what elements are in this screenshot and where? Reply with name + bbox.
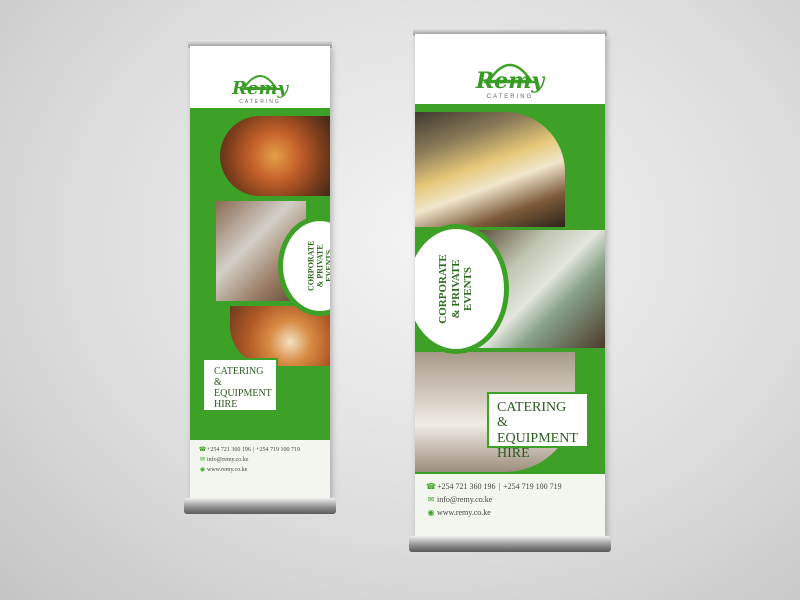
contact-web-row: ◉ www.remy.co.ke xyxy=(425,508,595,517)
badge-line-1: CORPORATE xyxy=(437,254,450,324)
phone-icon: ☎ xyxy=(426,482,436,491)
contact-section: ☎ +254 721 360 196 | +254 719 100 719 ✉ … xyxy=(415,474,605,536)
phone-icon: ☎ xyxy=(198,447,207,453)
brand-name: Remy xyxy=(475,68,545,94)
cta-line-2: EQUIPMENT xyxy=(497,430,578,446)
cta-line-3: HIRE xyxy=(497,446,530,462)
badge-line-1: CORPORATE xyxy=(306,240,316,292)
contact-phone-row: ☎ +254 721 360 196 | +254 719 100 719 xyxy=(426,482,562,491)
catering-hire-box: CATERING & EQUIPMENT HIRE xyxy=(487,392,589,461)
globe-icon: ◉ xyxy=(199,467,206,473)
food-photo-rice xyxy=(220,116,330,196)
banner-panel: Remy CATERING CORPORATE & PRIVATE EVENTS… xyxy=(415,34,605,536)
badge-line-2: & PRIVATE xyxy=(315,244,325,288)
globe-icon: ◉ xyxy=(427,508,435,517)
phone-1: +254 721 360 196 xyxy=(207,446,251,453)
email-icon: ✉ xyxy=(427,495,435,504)
phone-2: +254 719 100 719 xyxy=(256,446,300,453)
brand-tagline: CATERING xyxy=(486,94,534,100)
contact-email-row: ✉ info@remy.co.ke xyxy=(425,495,595,504)
stand-base xyxy=(409,536,611,552)
banner-stand-left: Remy CATERING CORPORATE & PRIVATE EVENTS… xyxy=(184,40,336,514)
cta-line-3: HIRE xyxy=(214,399,238,410)
phone-1: +254 721 360 196 xyxy=(437,482,496,491)
contact-section: ☎ +254 721 360 196 | +254 719 100 719 ✉ … xyxy=(190,440,330,498)
badge-line-2: & PRIVATE xyxy=(449,259,462,319)
contact-phone-row: ☎ +254 721 360 196 | +254 719 100 719 xyxy=(198,446,300,454)
food-photo-buffet xyxy=(415,112,565,227)
brand-name: Remy xyxy=(232,78,288,99)
badge-line-3: EVENTS xyxy=(462,266,475,312)
cta-line-1: CATERING & xyxy=(497,400,567,431)
banner-panel: Remy CATERING CORPORATE & PRIVATE EVENTS… xyxy=(190,46,330,498)
stand-base xyxy=(184,498,336,514)
cta-line-1: CATERING & xyxy=(214,366,264,388)
contact-email-row: ✉ info@remy.co.ke xyxy=(198,456,322,464)
brand-tagline: CATERING xyxy=(239,99,281,105)
email: info@remy.co.ke xyxy=(437,495,493,504)
website: www.remy.co.ke xyxy=(437,508,491,517)
phone-2: +254 719 100 719 xyxy=(503,482,562,491)
catering-hire-box: CATERING & EQUIPMENT HIRE xyxy=(202,358,278,412)
brand-logo: Remy CATERING xyxy=(190,66,330,105)
brand-logo: Remy CATERING xyxy=(415,52,605,100)
cta-line-2: EQUIPMENT xyxy=(214,388,272,399)
contact-web-row: ◉ www.remy.co.ke xyxy=(198,466,322,474)
website: www.remy.co.ke xyxy=(207,466,248,473)
email: info@remy.co.ke xyxy=(207,456,249,463)
email-icon: ✉ xyxy=(199,457,206,463)
banner-stand-right: Remy CATERING CORPORATE & PRIVATE EVENTS… xyxy=(409,28,611,552)
badge-line-3: EVENTS xyxy=(324,250,330,283)
